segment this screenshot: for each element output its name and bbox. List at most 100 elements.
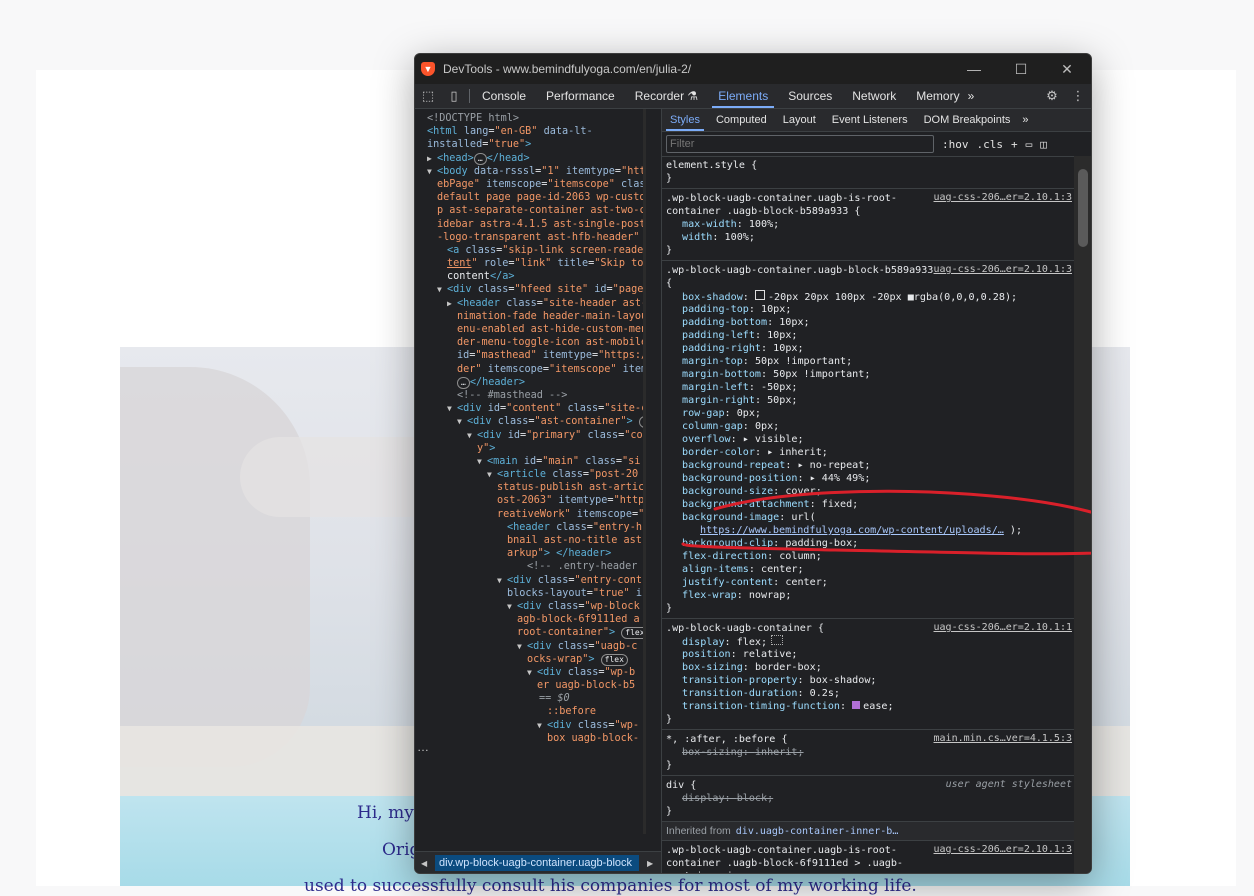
property-name[interactable]: display (682, 793, 725, 804)
css-property[interactable]: border-color: ▸ inherit; (666, 446, 1074, 459)
property-name[interactable]: width (682, 232, 712, 243)
property-name[interactable]: background-position (682, 473, 797, 484)
css-property[interactable]: background-repeat: ▸ no-repeat; (666, 459, 1074, 472)
flexbox-editor-icon[interactable] (771, 635, 784, 645)
styles-filter-input[interactable] (666, 135, 934, 153)
property-name[interactable]: flex-direction (682, 551, 767, 562)
css-property[interactable]: box-shadow: -20px 20px 100px -20px ■rgba… (666, 290, 1074, 303)
css-property[interactable]: flex-wrap: nowrap; (666, 589, 1074, 602)
inspect-element-icon[interactable]: ⬚ (415, 84, 441, 108)
elements-tree[interactable]: <!DOCTYPE html> <html lang="en-GB" data-… (415, 109, 646, 873)
css-property[interactable]: position: relative; (666, 648, 1074, 661)
rule-source-link[interactable]: uag-css-206…er=2.10.1:3 (934, 844, 1072, 855)
rule-source-link[interactable]: main.min.cs…ver=4.1.5:3 (934, 733, 1072, 744)
property-name[interactable]: transition-timing-function (682, 701, 840, 712)
css-property[interactable]: column-gap: 0px; (666, 420, 1074, 433)
css-property[interactable]: box-sizing: inherit; (666, 746, 1074, 759)
property-value[interactable]: 50px !important; (755, 356, 852, 367)
property-value[interactable]: ▸ inherit; (767, 447, 828, 458)
styles-rules-list[interactable]: element.style {} .wp-block-uagb-container… (662, 156, 1074, 873)
property-value[interactable]: 10px; (779, 317, 809, 328)
sidebar-toggle-icon[interactable]: ◫ (1040, 138, 1047, 151)
css-rule[interactable]: .wp-block-uagb-container.uagb-is-root-co… (662, 841, 1074, 873)
css-property[interactable]: padding-right: 10px; (666, 342, 1074, 355)
css-property[interactable]: background-clip: padding-box; (666, 537, 1074, 550)
property-value[interactable]: fixed; (822, 499, 858, 510)
property-name[interactable]: margin-left (682, 382, 749, 393)
tab-layout[interactable]: Layout (775, 109, 824, 131)
rule-source-link[interactable]: uag-css-206…er=2.10.1:3 (934, 192, 1072, 203)
css-property[interactable]: margin-right: 50px; (666, 394, 1074, 407)
property-name[interactable]: margin-right (682, 395, 755, 406)
property-value[interactable]: 10px; (761, 304, 791, 315)
rule-source-link[interactable]: uag-css-206…er=2.10.1:3 (934, 264, 1072, 275)
property-value[interactable]: flex; (737, 637, 767, 648)
css-property[interactable]: background-attachment: fixed; (666, 498, 1074, 511)
property-value[interactable]: 50px; (767, 395, 797, 406)
breadcrumb-item[interactable]: div.wp-block-uagb-container.uagb-block (435, 855, 639, 871)
tab-performance[interactable]: Performance (536, 84, 625, 108)
property-value[interactable]: -50px; (761, 382, 797, 393)
property-value[interactable]: block; (737, 793, 773, 804)
property-name[interactable]: padding-left (682, 330, 755, 341)
maximize-button[interactable]: ☐ (998, 54, 1044, 84)
property-value[interactable]: inherit; (755, 747, 804, 758)
css-rule[interactable]: .wp-block-uagb-container.uagb-is-root-co… (662, 189, 1074, 261)
property-value[interactable]: 10px; (767, 330, 797, 341)
property-name[interactable]: display (682, 637, 725, 648)
tab-elements[interactable]: Elements (708, 84, 778, 108)
shadow-editor-icon[interactable] (754, 290, 765, 300)
breadcrumb-left-arrow-icon[interactable]: ◀ (421, 859, 427, 868)
property-name[interactable]: padding-bottom (682, 317, 767, 328)
tab-dom-breakpoints[interactable]: DOM Breakpoints (916, 109, 1019, 131)
dom-ellipsis-icon[interactable]: … (417, 740, 429, 754)
property-value[interactable]: center; (761, 564, 804, 575)
property-name[interactable]: padding-right (682, 343, 761, 354)
tab-recorder[interactable]: Recorder ⚗ (625, 84, 708, 108)
css-property[interactable]: max-width: 100%; (666, 218, 1074, 231)
property-value[interactable]: border-box; (755, 662, 822, 673)
property-value[interactable]: relative; (743, 649, 798, 660)
css-property[interactable]: background-image: url( (666, 511, 1074, 524)
css-property[interactable]: transition-duration: 0.2s; (666, 687, 1074, 700)
inherited-element-link[interactable]: div.uagb-container-inner-b… (736, 826, 899, 837)
tab-event-listeners[interactable]: Event Listeners (824, 109, 916, 131)
css-property[interactable]: margin-top: 50px !important; (666, 355, 1074, 368)
css-rule[interactable]: div {user agent stylesheet display: block… (662, 776, 1074, 822)
property-name[interactable]: flex-wrap (682, 590, 737, 601)
property-value[interactable]: 50px !important; (773, 369, 870, 380)
css-property[interactable]: background-position: ▸ 44% 49%; (666, 472, 1074, 485)
css-property[interactable]: flex-direction: column; (666, 550, 1074, 563)
property-name[interactable]: box-sizing (682, 662, 743, 673)
styles-scrollbar[interactable] (1074, 156, 1091, 873)
property-name[interactable]: column-gap (682, 421, 743, 432)
property-name[interactable]: max-width (682, 219, 737, 230)
property-name[interactable]: transition-duration (682, 688, 797, 699)
property-value[interactable]: box-shadow; (810, 675, 877, 686)
paint-icon[interactable]: ▭ (1026, 138, 1033, 151)
property-value[interactable]: -20px 20px 100px -20px ■rgba(0,0,0,0.28)… (768, 292, 1017, 303)
property-value[interactable]: ▸ no-repeat; (797, 460, 870, 471)
css-property[interactable]: row-gap: 0px; (666, 407, 1074, 420)
property-value[interactable]: 100%; (749, 219, 779, 230)
css-rule[interactable]: .wp-block-uagb-container.uagb-block-b589… (662, 261, 1074, 619)
styles-scroll-thumb[interactable] (1078, 169, 1088, 247)
tab-sources[interactable]: Sources (778, 84, 842, 108)
css-property[interactable]: https://www.bemindfulyoga.com/wp-content… (666, 524, 1074, 537)
property-value[interactable]: ease; (863, 701, 893, 712)
cls-toggle[interactable]: .cls (977, 138, 1004, 151)
close-button[interactable]: ✕ (1044, 54, 1090, 84)
property-name[interactable]: position (682, 649, 731, 660)
css-property[interactable]: margin-bottom: 50px !important; (666, 368, 1074, 381)
property-value[interactable]: nowrap; (749, 590, 792, 601)
property-value[interactable]: center; (785, 577, 828, 588)
property-name[interactable]: background-image (682, 512, 779, 523)
property-value[interactable]: 0px; (755, 421, 779, 432)
property-value[interactable]: column; (779, 551, 822, 562)
css-property[interactable]: padding-top: 10px; (666, 303, 1074, 316)
more-subtabs-button[interactable]: » (1018, 109, 1032, 131)
property-name[interactable]: border-color (682, 447, 755, 458)
gear-icon[interactable]: ⚙ (1039, 84, 1065, 108)
add-rule-icon[interactable]: + (1011, 138, 1018, 151)
css-property[interactable]: padding-left: 10px; (666, 329, 1074, 342)
